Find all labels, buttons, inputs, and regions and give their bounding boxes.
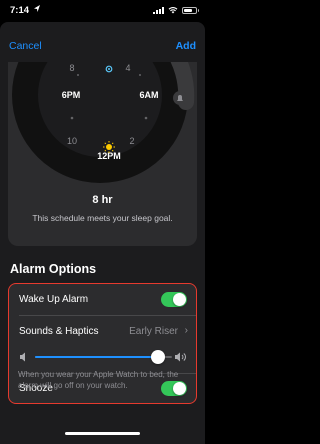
clock-number: 2 [129, 136, 134, 146]
sleep-clock-dial[interactable]: 8 4 10 2 6PM 6AM 12PM [8, 62, 197, 192]
wake-up-alarm-toggle[interactable] [161, 292, 187, 307]
sounds-haptics-value: Early Riser [129, 326, 178, 337]
clock-tick [77, 74, 79, 76]
sleep-goal-text: This schedule meets your sleep goal. [32, 213, 173, 223]
location-arrow-icon [34, 5, 40, 12]
wifi-icon [168, 7, 178, 14]
clock-label-6am: 6AM [139, 90, 158, 100]
sleep-schedule-card: 8 4 10 2 6PM 6AM 12PM 8 hr This schedule… [8, 62, 197, 246]
home-indicator[interactable] [65, 432, 140, 435]
clock-number: 4 [125, 63, 130, 73]
status-time: 7:14 [10, 5, 30, 16]
wake-handle[interactable] [173, 91, 187, 105]
wake-up-alarm-label: Wake Up Alarm [19, 294, 89, 305]
sounds-haptics-label: Sounds & Haptics [19, 326, 99, 337]
clock-label-6pm: 6PM [62, 90, 81, 100]
toggle-knob [173, 293, 186, 306]
cancel-button[interactable]: Cancel [9, 40, 42, 52]
slider-thumb[interactable] [151, 350, 166, 364]
speaker-high-icon [175, 352, 186, 362]
volume-slider[interactable] [19, 348, 188, 366]
sounds-haptics-row[interactable]: Sounds & Haptics Early Riser › [9, 316, 196, 346]
speaker-low-icon [20, 352, 25, 362]
alarm-options-heading: Alarm Options [10, 262, 97, 276]
nav-bar: Cancel Add [0, 22, 205, 62]
sheet: 8 4 10 2 6PM 6AM 12PM 8 hr This schedule… [0, 62, 205, 444]
clock-tick [139, 74, 141, 76]
wake-up-alarm-row: Wake Up Alarm [9, 284, 196, 315]
apple-watch-note: When you wear your Apple Watch to bed, t… [18, 370, 179, 390]
battery-icon [182, 6, 199, 14]
slider-fill [35, 356, 159, 358]
clock-number: 8 [69, 63, 74, 73]
cellular-signal-icon [153, 6, 164, 14]
sleep-duration: 8 hr [92, 194, 113, 206]
clock-tick [144, 116, 148, 120]
status-bar: 7:14 [0, 0, 205, 22]
chevron-right-icon: › [184, 325, 188, 336]
clock-number: 10 [67, 136, 77, 146]
add-button[interactable]: Add [176, 40, 196, 52]
clock-tick [70, 116, 74, 120]
